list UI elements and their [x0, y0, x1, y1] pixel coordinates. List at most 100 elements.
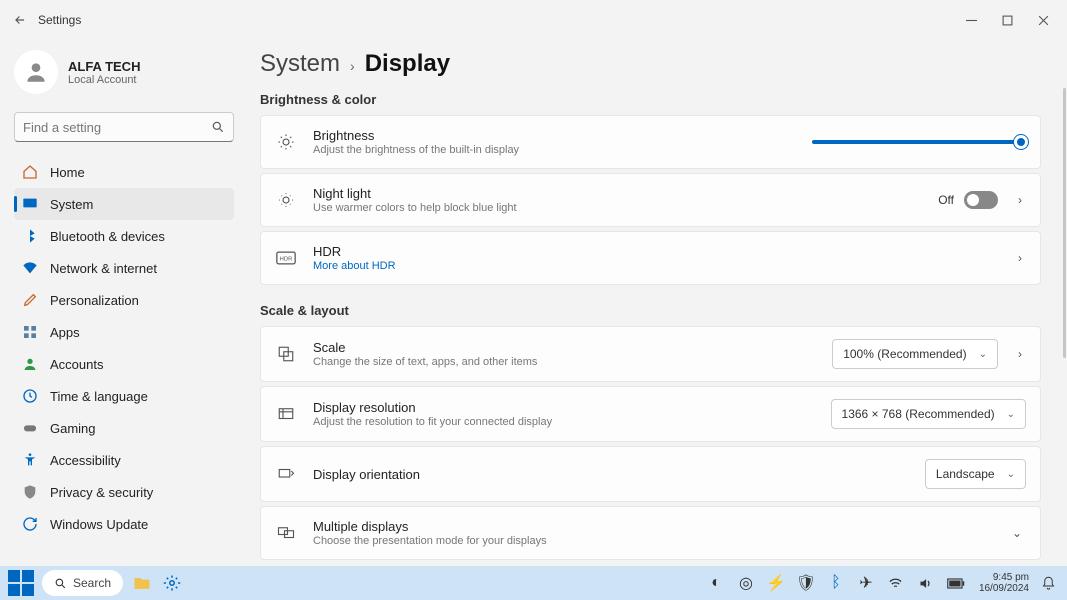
moon-icon	[275, 191, 297, 209]
profile-name: ALFA TECH	[68, 59, 140, 74]
breadcrumb-parent[interactable]: System	[260, 50, 340, 78]
brightness-sub: Adjust the brightness of the built-in di…	[313, 144, 796, 156]
nav-system[interactable]: System	[14, 188, 234, 220]
hdr-title: HDR	[313, 244, 998, 259]
orientation-title: Display orientation	[313, 467, 909, 482]
scale-sub: Change the size of text, apps, and other…	[313, 356, 816, 368]
start-button[interactable]	[8, 570, 34, 596]
breadcrumb: System › Display	[260, 50, 1041, 78]
nav-network[interactable]: Network & internet	[14, 252, 234, 284]
resolution-sub: Adjust the resolution to fit your connec…	[313, 416, 815, 428]
card-resolution[interactable]: Display resolution Adjust the resolution…	[260, 386, 1041, 442]
night-light-toggle[interactable]	[964, 191, 998, 209]
clock-icon	[22, 388, 38, 404]
resolution-select[interactable]: 1366 × 768 (Recommended)⌄	[831, 399, 1026, 429]
svg-text:HDR: HDR	[280, 257, 293, 263]
tray-icon[interactable]: ◎	[735, 572, 757, 594]
close-button[interactable]	[1025, 6, 1061, 34]
chevron-right-icon[interactable]: ›	[1014, 251, 1026, 265]
chevron-right-icon[interactable]: ›	[1014, 347, 1026, 361]
brightness-slider[interactable]	[812, 140, 1022, 144]
bluetooth-tray-icon[interactable]: ᛒ	[825, 572, 847, 594]
tray-icon[interactable]: ◐	[705, 572, 727, 594]
nav-gaming[interactable]: Gaming	[14, 412, 234, 444]
taskbar-search[interactable]: Search	[42, 570, 123, 596]
bluetooth-icon	[22, 228, 38, 244]
nav-list: Home System Bluetooth & devices Network …	[14, 156, 234, 540]
nav-home[interactable]: Home	[14, 156, 234, 188]
explorer-icon[interactable]	[131, 572, 153, 594]
resolution-title: Display resolution	[313, 400, 815, 415]
hdr-icon: HDR	[275, 251, 297, 265]
window-title: Settings	[38, 13, 81, 27]
wifi-tray-icon[interactable]	[885, 572, 907, 594]
chevron-down-icon[interactable]: ⌄	[1008, 526, 1026, 540]
accessibility-icon	[22, 452, 38, 468]
settings-icon[interactable]	[161, 572, 183, 594]
card-night-light[interactable]: Night light Use warmer colors to help bl…	[260, 173, 1041, 227]
card-orientation[interactable]: Display orientation Landscape⌄	[260, 446, 1041, 502]
card-scale[interactable]: Scale Change the size of text, apps, and…	[260, 326, 1041, 382]
maximize-button[interactable]	[989, 6, 1025, 34]
section-scale-layout: Scale & layout	[260, 303, 1041, 318]
scale-title: Scale	[313, 340, 816, 355]
multi-title: Multiple displays	[313, 519, 992, 534]
scale-select[interactable]: 100% (Recommended)⌄	[832, 339, 998, 369]
night-light-state: Off	[938, 193, 954, 207]
chevron-down-icon: ⌄	[979, 349, 987, 360]
scale-icon	[275, 345, 297, 363]
wifi-icon	[22, 260, 38, 276]
taskbar: Search ◐ ◎ ⚡ 🛡 ᛒ ✈ 9:45 pm 16/09/2024	[0, 566, 1067, 600]
card-brightness[interactable]: Brightness Adjust the brightness of the …	[260, 115, 1041, 169]
minimize-button[interactable]	[953, 6, 989, 34]
scrollbar[interactable]	[1063, 88, 1066, 358]
sun-icon	[275, 133, 297, 151]
battery-tray-icon[interactable]	[945, 572, 967, 594]
chevron-right-icon: ›	[350, 58, 355, 74]
search-icon	[54, 577, 67, 590]
tray-icon[interactable]: ✈	[855, 572, 877, 594]
chevron-right-icon[interactable]: ›	[1014, 193, 1026, 207]
orientation-icon	[275, 465, 297, 483]
profile[interactable]: ALFA TECH Local Account	[14, 46, 234, 98]
back-button[interactable]	[6, 13, 34, 27]
system-tray[interactable]: ◐ ◎ ⚡ 🛡 ᛒ ✈ 9:45 pm 16/09/2024	[705, 572, 1059, 594]
card-multiple-displays[interactable]: Multiple displays Choose the presentatio…	[260, 506, 1041, 560]
nav-privacy[interactable]: Privacy & security	[14, 476, 234, 508]
nav-apps[interactable]: Apps	[14, 316, 234, 348]
hdr-link[interactable]: More about HDR	[313, 260, 998, 272]
content: System › Display Brightness & color Brig…	[246, 40, 1067, 566]
titlebar: Settings	[0, 0, 1067, 40]
sidebar: ALFA TECH Local Account Home System Blue…	[0, 40, 246, 566]
search-icon	[211, 120, 225, 134]
nav-accessibility[interactable]: Accessibility	[14, 444, 234, 476]
brush-icon	[22, 292, 38, 308]
home-icon	[22, 164, 38, 180]
gamepad-icon	[22, 420, 38, 436]
notifications-icon[interactable]	[1037, 572, 1059, 594]
section-brightness-color: Brightness & color	[260, 92, 1041, 107]
search-box[interactable]	[14, 112, 234, 142]
night-light-title: Night light	[313, 186, 922, 201]
tray-icon[interactable]: 🛡	[795, 572, 817, 594]
person-icon	[22, 356, 38, 372]
taskbar-clock[interactable]: 9:45 pm 16/09/2024	[979, 572, 1029, 594]
card-hdr[interactable]: HDR HDR More about HDR ›	[260, 231, 1041, 285]
brightness-title: Brightness	[313, 128, 796, 143]
nav-accounts[interactable]: Accounts	[14, 348, 234, 380]
multi-sub: Choose the presentation mode for your di…	[313, 535, 992, 547]
nav-bluetooth[interactable]: Bluetooth & devices	[14, 220, 234, 252]
system-icon	[22, 196, 38, 212]
orientation-select[interactable]: Landscape⌄	[925, 459, 1026, 489]
volume-tray-icon[interactable]	[915, 572, 937, 594]
nav-time[interactable]: Time & language	[14, 380, 234, 412]
nav-update[interactable]: Windows Update	[14, 508, 234, 540]
chevron-down-icon: ⌄	[1007, 409, 1015, 420]
multi-display-icon	[275, 524, 297, 542]
tray-icon[interactable]: ⚡	[765, 572, 787, 594]
nav-personalization[interactable]: Personalization	[14, 284, 234, 316]
profile-sub: Local Account	[68, 74, 140, 86]
breadcrumb-leaf: Display	[365, 50, 450, 78]
search-input[interactable]	[23, 120, 211, 135]
shield-icon	[22, 484, 38, 500]
